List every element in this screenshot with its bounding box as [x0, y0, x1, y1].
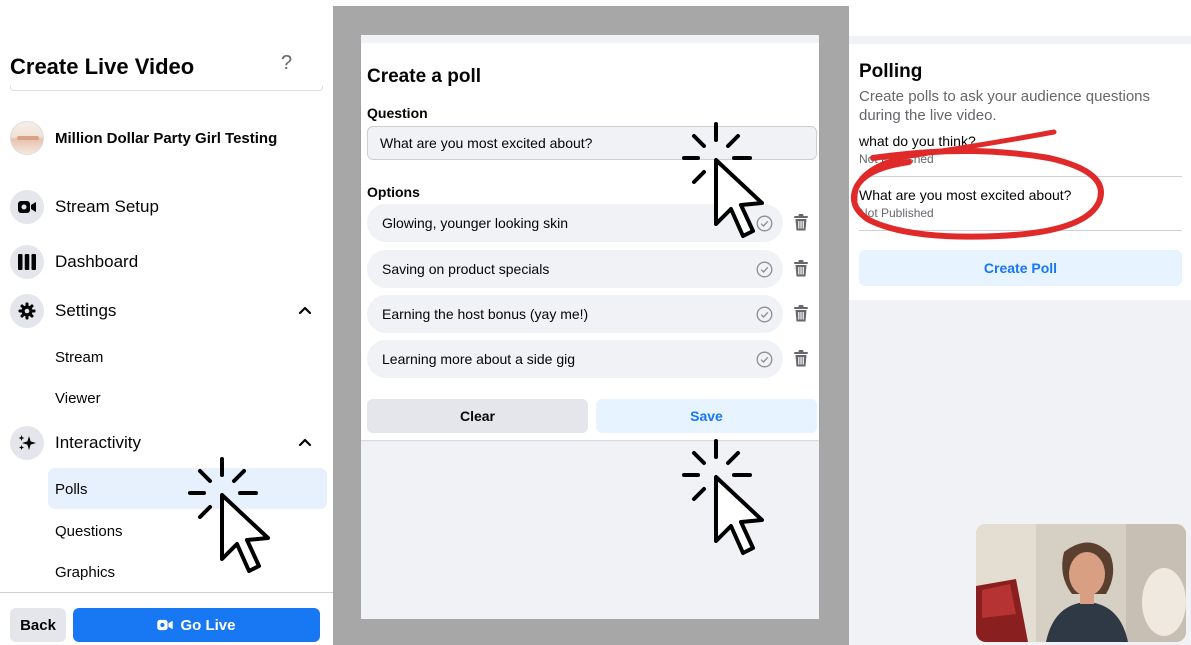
options-label: Options [367, 184, 420, 200]
back-button[interactable]: Back [10, 608, 66, 642]
nav-label: Settings [55, 301, 117, 320]
poll-question: What are you most excited about? [859, 187, 1072, 203]
page-name: Million Dollar Party Girl Testing [55, 129, 278, 147]
page-title: Create Live Video [10, 54, 195, 79]
poll-list-item-1[interactable]: what do you think? Not Published [859, 133, 1182, 166]
interactivity-item-graphics[interactable]: Graphics [55, 564, 115, 581]
poll-editor-card: Create a poll Question Options Glowing, … [361, 35, 819, 619]
nav-settings[interactable]: Settings [10, 294, 320, 328]
check-circle-icon[interactable] [756, 351, 773, 368]
check-circle-icon[interactable] [756, 306, 773, 323]
check-circle-icon[interactable] [756, 261, 773, 278]
nav-label: Interactivity [55, 433, 141, 452]
help-button[interactable]: ? [281, 52, 292, 75]
option-text: Saving on product specials [382, 261, 550, 277]
poll-status: Not Published [859, 206, 934, 220]
poll-list-item-2[interactable]: What are you most excited about? Not Pub… [859, 187, 1182, 220]
sparkle-icon [10, 426, 44, 460]
poll-editor-form: Create a poll Question Options Glowing, … [361, 43, 819, 440]
nav-stream-setup[interactable]: Stream Setup [10, 190, 320, 224]
polling-card: Polling Create polls to ask your audienc… [849, 44, 1191, 300]
poll-option-3[interactable]: Earning the host bonus (yay me!) [367, 295, 783, 333]
top-bar [849, 0, 1191, 36]
go-live-button[interactable]: Go Live [73, 608, 320, 642]
chevron-up-icon[interactable] [298, 303, 312, 317]
nav-interactivity[interactable]: Interactivity [10, 426, 320, 460]
create-live-sidebar: Create Live Video ? Million Dollar Party… [0, 0, 333, 645]
nav-dashboard[interactable]: Dashboard [10, 245, 320, 279]
interactivity-item-questions[interactable]: Questions [55, 523, 123, 540]
poll-option-1[interactable]: Glowing, younger looking skin [367, 204, 783, 242]
save-button[interactable]: Save [596, 399, 817, 433]
polling-panel: Polling Create polls to ask your audienc… [849, 0, 1191, 645]
poll-editor-frame: Create a poll Question Options Glowing, … [333, 6, 849, 645]
polling-title: Polling [859, 61, 923, 82]
check-circle-icon[interactable] [756, 215, 773, 232]
trash-icon[interactable] [794, 350, 808, 367]
trash-icon[interactable] [794, 305, 808, 322]
settings-item-stream[interactable]: Stream [55, 349, 103, 366]
video-camera-icon [10, 190, 44, 224]
poll-option-2[interactable]: Saving on product specials [367, 250, 783, 288]
option-text: Earning the host bonus (yay me!) [382, 306, 589, 322]
go-live-label: Go Live [180, 616, 236, 634]
video-camera-icon [157, 619, 174, 631]
settings-item-viewer[interactable]: Viewer [55, 390, 101, 407]
polling-description: Create polls to ask your audience questi… [859, 88, 1151, 124]
trash-icon[interactable] [794, 260, 808, 277]
dashboard-columns-icon [10, 245, 44, 279]
clear-button[interactable]: Clear [367, 399, 588, 433]
footer-divider [0, 592, 333, 593]
header-divider [10, 86, 323, 91]
avatar [10, 121, 44, 155]
nav-label: Dashboard [55, 252, 139, 271]
active-item-highlight [48, 468, 327, 509]
page-selector[interactable]: Million Dollar Party Girl Testing [10, 121, 277, 155]
create-poll-button[interactable]: Create Poll [859, 250, 1182, 286]
poll-option-4[interactable]: Learning more about a side gig [367, 340, 783, 378]
question-input[interactable] [367, 126, 817, 160]
question-label: Question [367, 105, 428, 121]
option-text: Learning more about a side gig [382, 351, 576, 367]
gear-icon [10, 294, 44, 328]
divider [859, 230, 1182, 231]
chevron-up-icon[interactable] [298, 435, 312, 449]
trash-icon[interactable] [794, 214, 808, 231]
poll-question: what do you think? [859, 133, 976, 149]
webcam-preview [976, 524, 1186, 642]
nav-label: Stream Setup [55, 197, 159, 216]
interactivity-item-polls[interactable]: Polls [55, 481, 88, 498]
poll-editor-title: Create a poll [367, 66, 482, 87]
option-text: Glowing, younger looking skin [382, 215, 568, 231]
divider [859, 176, 1182, 177]
poll-status: Not Published [859, 152, 934, 166]
